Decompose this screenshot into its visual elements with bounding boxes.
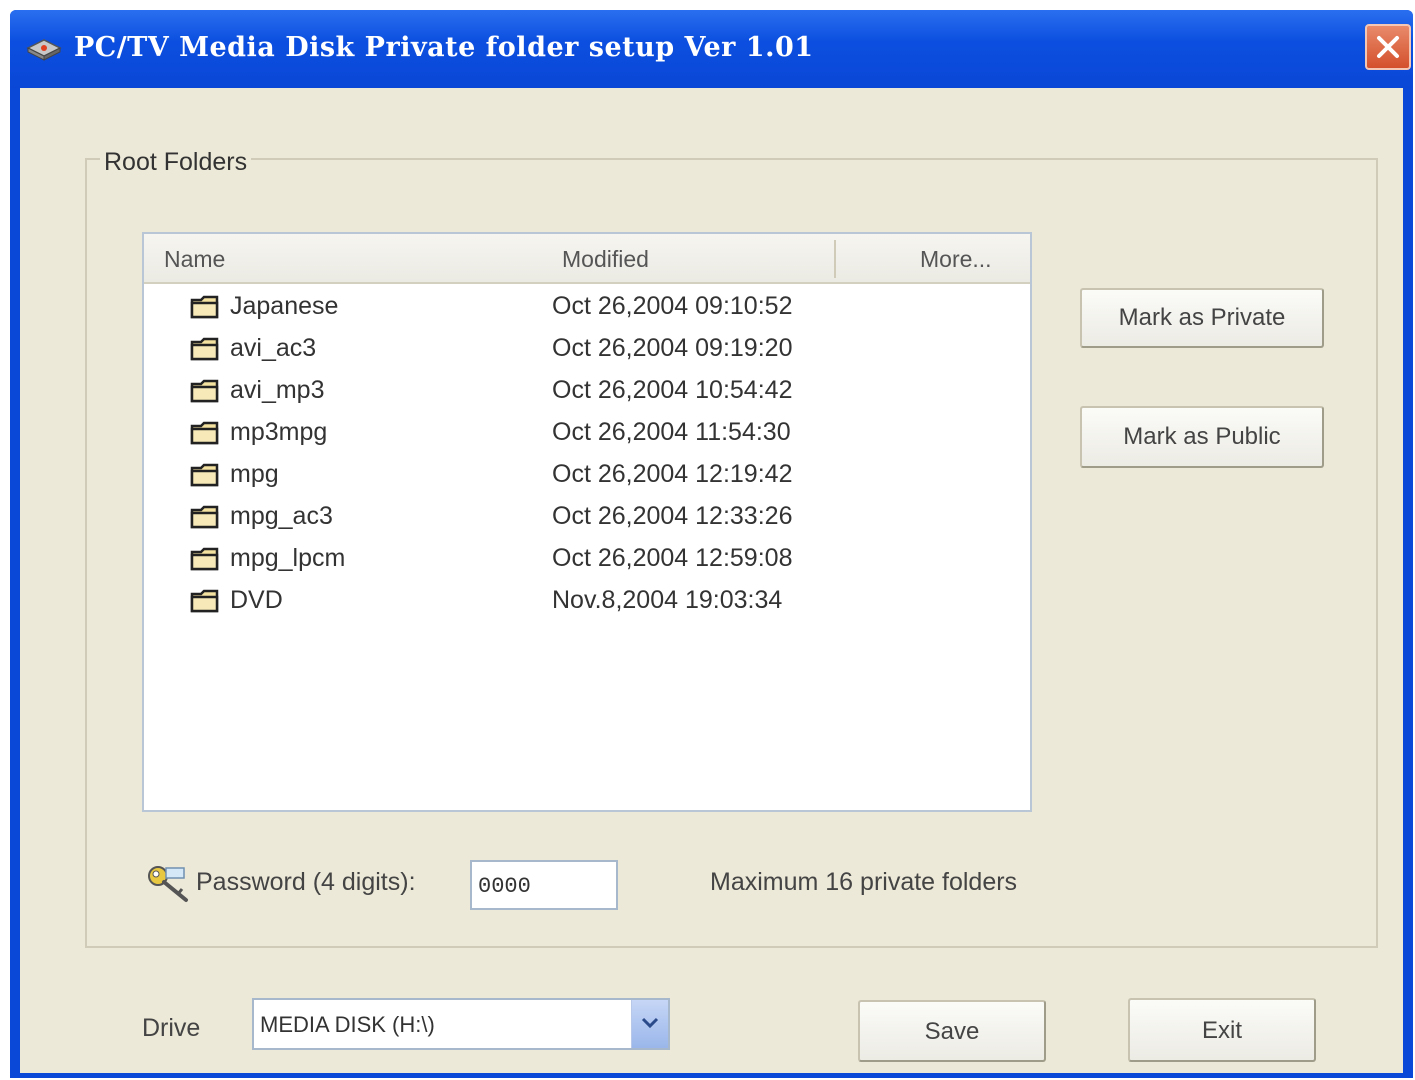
window-title: PC/TV Media Disk Private folder setup Ve… bbox=[74, 32, 814, 63]
folder-name: mpg_ac3 bbox=[230, 502, 333, 530]
close-button[interactable] bbox=[1365, 24, 1411, 70]
list-item[interactable]: mp3mpg Oct 26,2004 11:54:30 bbox=[144, 414, 1030, 456]
title-bar[interactable]: PC/TV Media Disk Private folder setup Ve… bbox=[10, 10, 1413, 88]
folder-list[interactable]: Name Modified More... Japanese Oct 26,20… bbox=[142, 232, 1032, 812]
folder-modified: Oct 26,2004 12:59:08 bbox=[552, 544, 793, 572]
folder-name: mpg_lpcm bbox=[230, 544, 346, 572]
folder-modified: Oct 26,2004 09:10:52 bbox=[552, 292, 793, 320]
list-item[interactable]: avi_ac3 Oct 26,2004 09:19:20 bbox=[144, 330, 1030, 372]
folder-name: DVD bbox=[230, 586, 283, 614]
group-label: Root Folders bbox=[100, 148, 252, 177]
folder-modified: Nov.8,2004 19:03:34 bbox=[552, 586, 783, 614]
list-item[interactable]: mpg_lpcm Oct 26,2004 12:59:08 bbox=[144, 540, 1030, 582]
folder-modified: Oct 26,2004 12:19:42 bbox=[552, 460, 793, 488]
column-header-modified[interactable]: Modified bbox=[562, 246, 649, 273]
folder-icon bbox=[190, 295, 219, 319]
folder-name: avi_mp3 bbox=[230, 376, 325, 404]
drive-dropdown-button[interactable] bbox=[631, 1000, 668, 1048]
disk-app-icon bbox=[26, 36, 62, 62]
client-area: Root Folders Name Modified More... Japan… bbox=[20, 88, 1403, 1073]
close-icon bbox=[1377, 36, 1399, 58]
password-label: Password (4 digits): bbox=[196, 868, 416, 896]
list-item[interactable]: DVD Nov.8,2004 19:03:34 bbox=[144, 582, 1030, 624]
drive-label: Drive bbox=[142, 1014, 201, 1042]
folder-modified: Oct 26,2004 09:19:20 bbox=[552, 334, 793, 362]
mark-public-button[interactable]: Mark as Public bbox=[1080, 406, 1324, 468]
folder-name: mpg bbox=[230, 460, 279, 488]
folder-name: avi_ac3 bbox=[230, 334, 317, 362]
folder-modified: Oct 26,2004 12:33:26 bbox=[552, 502, 793, 530]
list-item[interactable]: avi_mp3 Oct 26,2004 10:54:42 bbox=[144, 372, 1030, 414]
chevron-down-icon bbox=[641, 1017, 659, 1029]
folder-icon bbox=[190, 379, 219, 403]
exit-button[interactable]: Exit bbox=[1128, 998, 1316, 1062]
list-item[interactable]: Japanese Oct 26,2004 09:10:52 bbox=[144, 288, 1030, 330]
folder-icon bbox=[190, 421, 219, 445]
list-item[interactable]: mpg_ac3 Oct 26,2004 12:33:26 bbox=[144, 498, 1030, 540]
folder-modified: Oct 26,2004 11:54:30 bbox=[552, 418, 791, 446]
save-button[interactable]: Save bbox=[858, 1000, 1046, 1062]
folder-icon bbox=[190, 505, 219, 529]
key-icon bbox=[148, 866, 188, 902]
folder-name: mp3mpg bbox=[230, 418, 328, 446]
mark-private-button[interactable]: Mark as Private bbox=[1080, 288, 1324, 348]
folder-modified: Oct 26,2004 10:54:42 bbox=[552, 376, 793, 404]
list-item[interactable]: mpg Oct 26,2004 12:19:42 bbox=[144, 456, 1030, 498]
max-folders-note: Maximum 16 private folders bbox=[710, 868, 1018, 896]
password-input[interactable]: 0000 bbox=[470, 860, 618, 910]
drive-select[interactable]: MEDIA DISK (H:\) bbox=[252, 998, 670, 1050]
folder-icon bbox=[190, 337, 219, 361]
column-separator[interactable] bbox=[834, 240, 836, 278]
column-header-name[interactable]: Name bbox=[164, 246, 225, 273]
drive-value: MEDIA DISK (H:\) bbox=[260, 1012, 435, 1037]
app-window: PC/TV Media Disk Private folder setup Ve… bbox=[10, 10, 1413, 1078]
folder-icon bbox=[190, 589, 219, 613]
folder-icon bbox=[190, 463, 219, 487]
list-header: Name Modified More... bbox=[144, 234, 1030, 284]
column-header-more[interactable]: More... bbox=[920, 246, 992, 273]
folder-name: Japanese bbox=[230, 292, 339, 320]
folder-icon bbox=[190, 547, 219, 571]
